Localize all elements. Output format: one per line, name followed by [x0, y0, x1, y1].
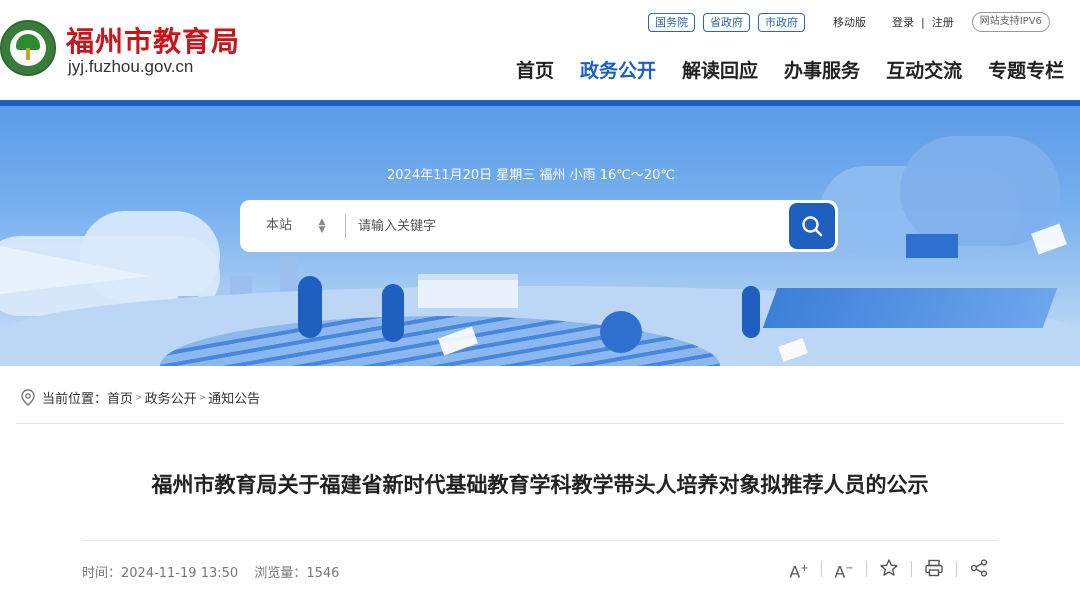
student-illustration: [742, 286, 760, 338]
login-link[interactable]: 登录: [892, 13, 914, 32]
view-count: 1546: [306, 566, 340, 581]
tool-divider: [911, 561, 912, 577]
site-name[interactable]: 福州市教育局: [66, 20, 240, 60]
search-scope-select[interactable]: 本站: [266, 200, 292, 252]
article-meta: 时间：2024-11-19 13:50 浏览量：1546: [82, 562, 351, 581]
meta-divider: [82, 540, 998, 541]
ipv6-badge: 网站支持IPV6: [971, 12, 1050, 32]
site-header: 福州市教育局 jyj.fuzhou.gov.cn 国务院 省政府 市政府 移动版…: [0, 0, 1080, 100]
nav-government-affairs[interactable]: 政务公开: [580, 56, 656, 83]
views-label: 浏览量：: [254, 566, 307, 581]
search-divider: [345, 214, 346, 238]
location-pin-icon: [21, 388, 35, 406]
publish-time: 2024-11-19 13:50: [121, 566, 239, 581]
tree-illustration: [600, 311, 642, 353]
paper-plane-illustration: [0, 246, 150, 294]
font-increase-icon[interactable]: A+: [788, 558, 810, 581]
breadcrumb: 当前位置： 首页 > 政务公开 > 通知公告: [20, 388, 260, 407]
teacher-board-illustration: [906, 234, 958, 258]
chevron-right-icon: >: [135, 392, 143, 403]
nav-interpretation[interactable]: 解读回应: [682, 56, 758, 83]
font-decrease-icon[interactable]: A−: [833, 558, 855, 581]
main-nav: 首页 政务公开 解读回应 办事服务 互动交流 专题专栏: [516, 56, 1080, 83]
share-icon[interactable]: [968, 558, 990, 580]
hero-banner: 2024年11月20日 星期三 福州 小雨 16℃～20℃ 本站 ▲ ▼: [0, 106, 1080, 366]
open-book-illustration: [762, 288, 1058, 328]
education-logo-icon[interactable]: [0, 20, 56, 76]
search-icon: [802, 216, 823, 237]
nav-services[interactable]: 办事服务: [784, 56, 860, 83]
top-links: 国务院 省政府 市政府 移动版 登录 | 注册 网站支持IPV6: [648, 12, 1050, 32]
breadcrumb-prefix: 当前位置：: [42, 392, 108, 407]
chevron-right-icon: >: [198, 392, 207, 403]
runner-illustration: [298, 276, 322, 338]
updown-arrow-icon[interactable]: ▲ ▼: [317, 218, 327, 235]
tool-divider: [866, 561, 867, 577]
site-url: jyj.fuzhou.gov.cn: [68, 57, 194, 76]
breadcrumb-home[interactable]: 首页: [107, 388, 133, 407]
article-tools: A+ A−: [788, 558, 990, 581]
mobile-version-link[interactable]: 移动版: [833, 13, 866, 32]
link-shengzhengfu[interactable]: 省政府: [703, 12, 750, 32]
nav-interaction[interactable]: 互动交流: [886, 56, 962, 83]
breadcrumb-divider: [16, 423, 1064, 424]
search-box: 本站 ▲ ▼: [240, 200, 838, 252]
nav-special-topics[interactable]: 专题专栏: [988, 56, 1064, 83]
breadcrumb-notices[interactable]: 通知公告: [208, 388, 260, 407]
article-title: 福州市教育局关于福建省新时代基础教育学科教学带头人培养对象拟推荐人员的公示: [151, 473, 929, 497]
register-link[interactable]: 注册: [932, 13, 954, 32]
nav-home[interactable]: 首页: [516, 56, 554, 83]
favorite-star-icon[interactable]: [878, 558, 900, 580]
search-button[interactable]: [789, 203, 835, 249]
link-shizhengfu[interactable]: 市政府: [758, 12, 805, 32]
login-separator: |: [921, 15, 925, 29]
time-label: 时间：: [82, 566, 122, 581]
runner-illustration: [382, 284, 404, 342]
tool-divider: [821, 561, 822, 577]
link-guowuyuan[interactable]: 国务院: [648, 12, 695, 32]
breadcrumb-government-affairs[interactable]: 政务公开: [145, 388, 197, 407]
tool-divider: [956, 561, 957, 577]
search-input[interactable]: [358, 212, 778, 240]
cloud-decoration: [900, 136, 1060, 246]
print-icon[interactable]: [923, 558, 945, 580]
date-weather: 2024年11月20日 星期三 福州 小雨 16℃～20℃: [387, 168, 675, 183]
gate-illustration: [418, 274, 518, 308]
